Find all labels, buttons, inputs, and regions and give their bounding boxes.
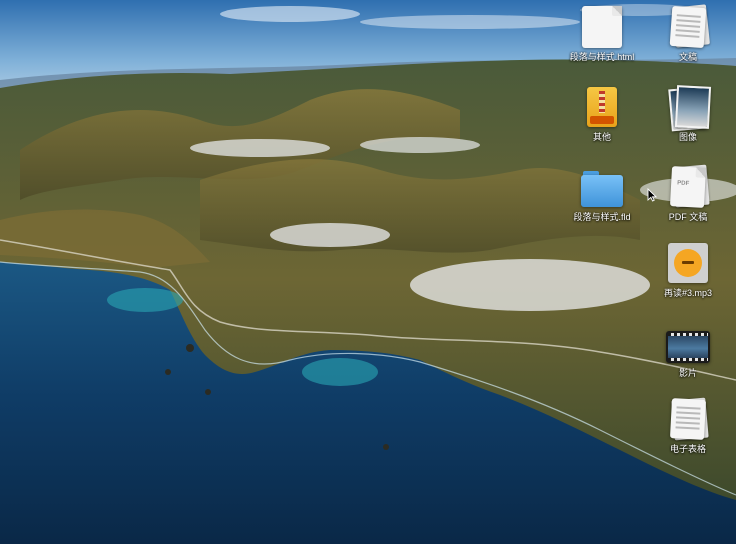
desktop-icon-label: 段落与样式.html [569,52,635,62]
desktop[interactable]: 段落与样式.html 文稿 其他 图像 段落与样式.fld PDF PDF 文稿… [0,0,736,544]
spreadsheet-stack-icon [664,396,712,442]
desktop-icon-other-stack[interactable]: 其他 [558,84,646,143]
desktop-icon-pdf-stack[interactable]: PDF PDF 文稿 [644,164,732,223]
desktop-icon-label: PDF 文稿 [668,212,708,222]
archive-icon [578,84,626,130]
desktop-icon-label: 段落与样式.fld [573,212,631,222]
desktop-icon-label: 其他 [592,132,611,142]
desktop-icon-movies-stack[interactable]: 影片 [644,320,732,379]
images-stack-icon [664,84,712,132]
mouse-pointer-icon [647,188,657,202]
desktop-icon-spreadsheets-stack[interactable]: 电子表格 [644,396,732,455]
desktop-icon-html-file[interactable]: 段落与样式.html [558,4,646,63]
desktop-icon-label: 文稿 [678,52,697,62]
movie-icon [664,320,712,366]
desktop-icon-folder[interactable]: 段落与样式.fld [558,164,646,223]
pdf-document-icon: PDF [664,164,712,210]
html-document-icon [578,4,626,50]
desktop-icon-images-stack[interactable]: 图像 [644,84,732,143]
desktop-icon-label: 影片 [678,368,697,378]
desktop-icon-label: 电子表格 [669,444,706,454]
desktop-icon-label: 再读#3.mp3 [663,288,713,298]
folder-icon [578,164,626,210]
documents-stack-icon [664,4,712,50]
mp3-file-icon [664,240,712,286]
desktop-icon-documents-stack[interactable]: 文稿 [644,4,732,63]
desktop-icon-mp3-file[interactable]: 再读#3.mp3 [644,240,732,299]
desktop-icon-label: 图像 [678,132,697,142]
wallpaper [0,0,736,544]
